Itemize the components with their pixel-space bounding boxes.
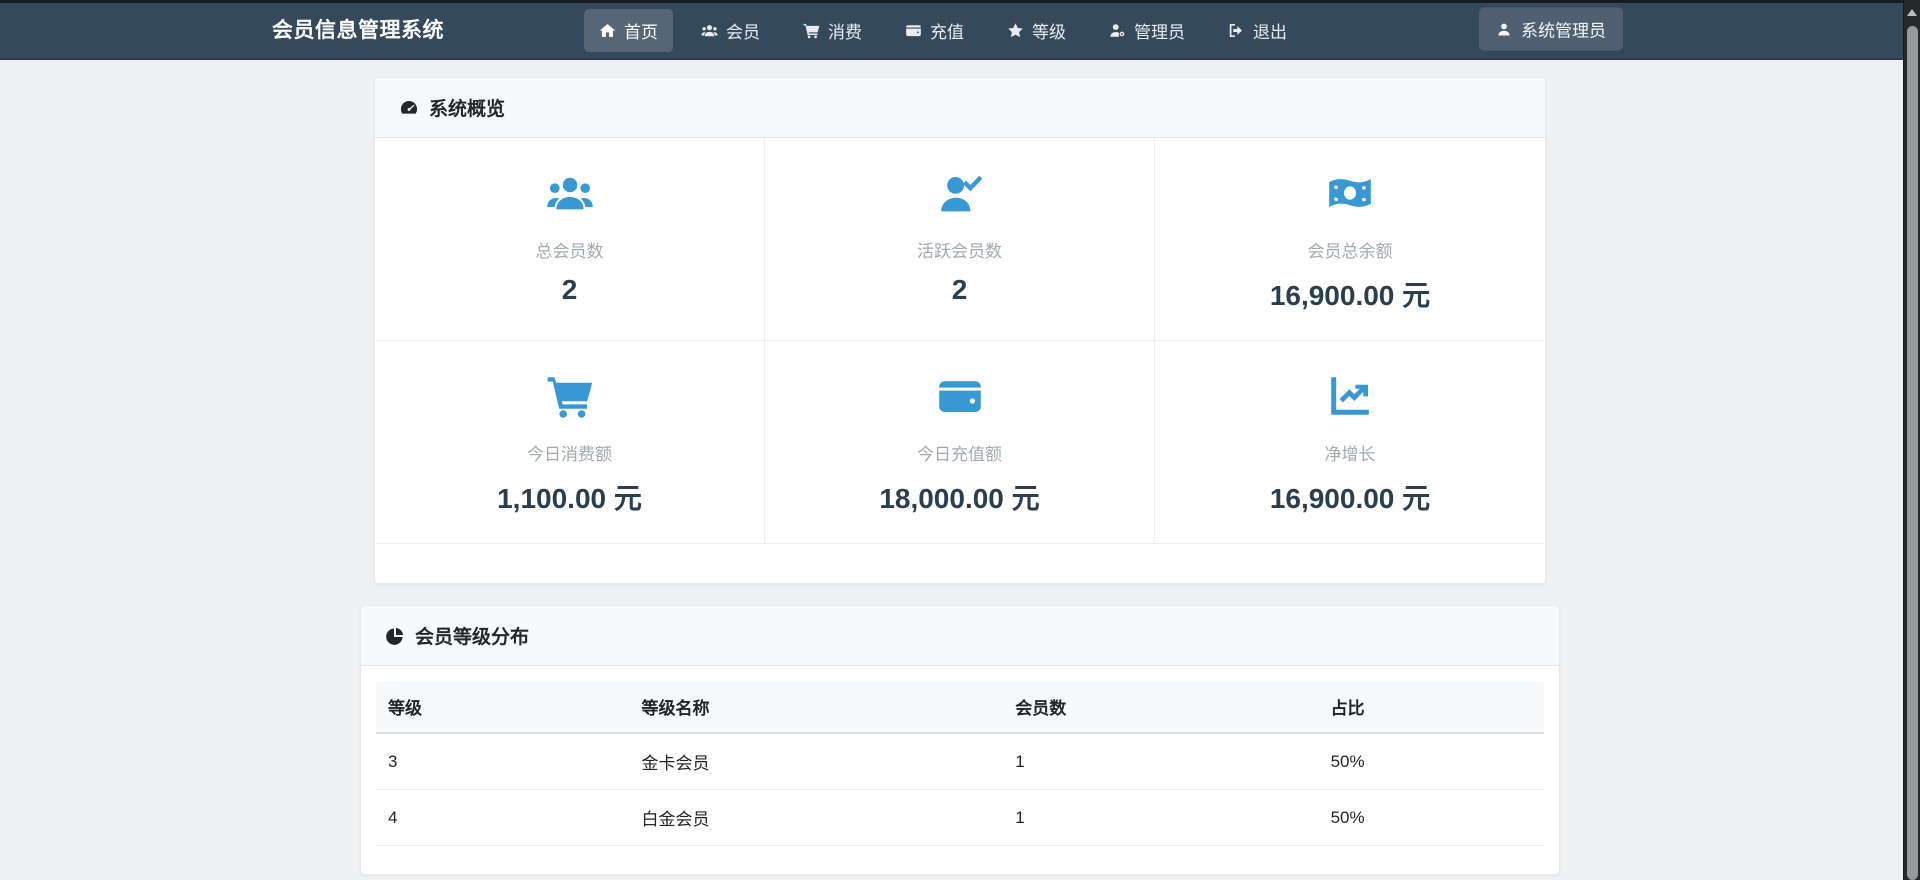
column-header: 会员数 [1003,681,1319,734]
table-cell: 50% [1318,733,1544,790]
table-cell: 白金会员 [629,789,1004,846]
nav-item-user-cog[interactable]: 管理员 [1094,9,1200,52]
stat-value: 18,000.00 元 [879,483,1040,514]
app-title: 会员信息管理系统 [272,19,444,42]
user-badge-label: 系统管理员 [1521,21,1606,41]
chart-line-icon [1155,372,1545,425]
sign-out-icon [1228,22,1245,39]
stat-value: 2 [951,274,968,305]
stat-label: 活跃会员数 [917,242,1002,261]
table-cell: 1 [1003,733,1319,790]
window-top-edge [0,0,1920,3]
system-overview-card: 系统概览 总会员数 2 活跃会员数 2 会员总余额 16,900.00 元 今日… [374,77,1546,584]
user-badge[interactable]: 系统管理员 [1479,7,1623,51]
nav-item-star[interactable]: 等级 [992,9,1081,52]
stat-value: 16,900.00 元 [1269,483,1431,514]
stat-tile: 净增长 16,900.00 元 [1155,341,1545,544]
stat-value: 1,100.00 元 [497,483,642,514]
home-icon [599,22,616,39]
level-distribution-header: 会员等级分布 [361,606,1559,666]
user-check-icon [765,169,1154,222]
stat-value: 16,900.00 元 [1269,280,1431,311]
cart-icon [375,372,764,425]
main-content: 系统概览 总会员数 2 活跃会员数 2 会员总余额 16,900.00 元 今日… [0,77,1920,875]
table-cell: 金卡会员 [629,733,1004,790]
scrollbar-up-arrow-icon[interactable] [1906,9,1917,16]
nav-item-wallet[interactable]: 充值 [890,9,979,52]
stat-label: 净增长 [1324,445,1376,464]
stat-label: 今日充值额 [917,445,1002,464]
scrollbar-thumb[interactable] [1906,26,1918,880]
table-cell: 50% [1318,789,1544,846]
stat-label: 会员总余额 [1307,242,1393,261]
level-distribution-card: 会员等级分布 等级 等级名称 会员数 占比 3 金卡会员 1 50% 4 白金会员 1 50% [360,605,1560,875]
table-row: 3 金卡会员 1 50% [376,733,1544,790]
stat-tile: 会员总余额 16,900.00 元 [1155,138,1545,341]
table-cell: 4 [376,789,630,846]
users-icon [375,169,764,222]
column-header: 占比 [1318,681,1544,734]
stats-grid: 总会员数 2 活跃会员数 2 会员总余额 16,900.00 元 今日消费额 1… [375,138,1545,583]
nav-item-cart[interactable]: 消费 [788,9,877,52]
table-cell: 3 [376,733,630,790]
stat-tile: 今日充值额 18,000.00 元 [765,341,1155,544]
page-scrollbar[interactable] [1903,0,1920,880]
stat-label: 今日消费额 [527,445,612,464]
system-overview-title: 系统概览 [429,99,506,120]
tachometer-icon [399,98,419,118]
top-navbar: 会员信息管理系统 首页 会员 消费 充值 等级 管理员 退出 系统管理员 [0,0,1920,60]
column-header: 等级 [376,681,630,734]
pie-chart-icon [385,626,405,646]
users-icon [701,22,718,39]
nav-item-sign-out[interactable]: 退出 [1213,9,1302,52]
level-table: 等级 等级名称 会员数 占比 3 金卡会员 1 50% 4 白金会员 1 50% [376,681,1544,846]
money-icon [1155,169,1545,222]
star-icon [1007,22,1024,39]
stat-tile: 今日消费额 1,100.00 元 [375,341,765,544]
wallet-icon [765,372,1154,425]
level-distribution-title: 会员等级分布 [415,627,530,648]
wallet-icon [905,22,922,39]
column-header: 等级名称 [629,681,1004,734]
system-overview-header: 系统概览 [375,78,1545,138]
user-icon [1496,21,1512,37]
user-cog-icon [1109,22,1126,39]
nav-item-home[interactable]: 首页 [584,9,673,52]
table-cell: 1 [1003,789,1319,846]
stat-tile: 活跃会员数 2 [765,138,1155,341]
stat-label: 总会员数 [535,242,604,261]
table-header-row: 等级 等级名称 会员数 占比 [376,681,1544,734]
nav-menu: 首页 会员 消费 充值 等级 管理员 退出 [584,9,1302,52]
table-row: 4 白金会员 1 50% [376,789,1544,846]
stat-value: 2 [561,274,578,305]
cart-icon [803,22,820,39]
stat-tile: 总会员数 2 [375,138,765,341]
nav-item-users[interactable]: 会员 [686,9,775,52]
level-table-wrapper: 等级 等级名称 会员数 占比 3 金卡会员 1 50% 4 白金会员 1 50% [361,666,1559,874]
